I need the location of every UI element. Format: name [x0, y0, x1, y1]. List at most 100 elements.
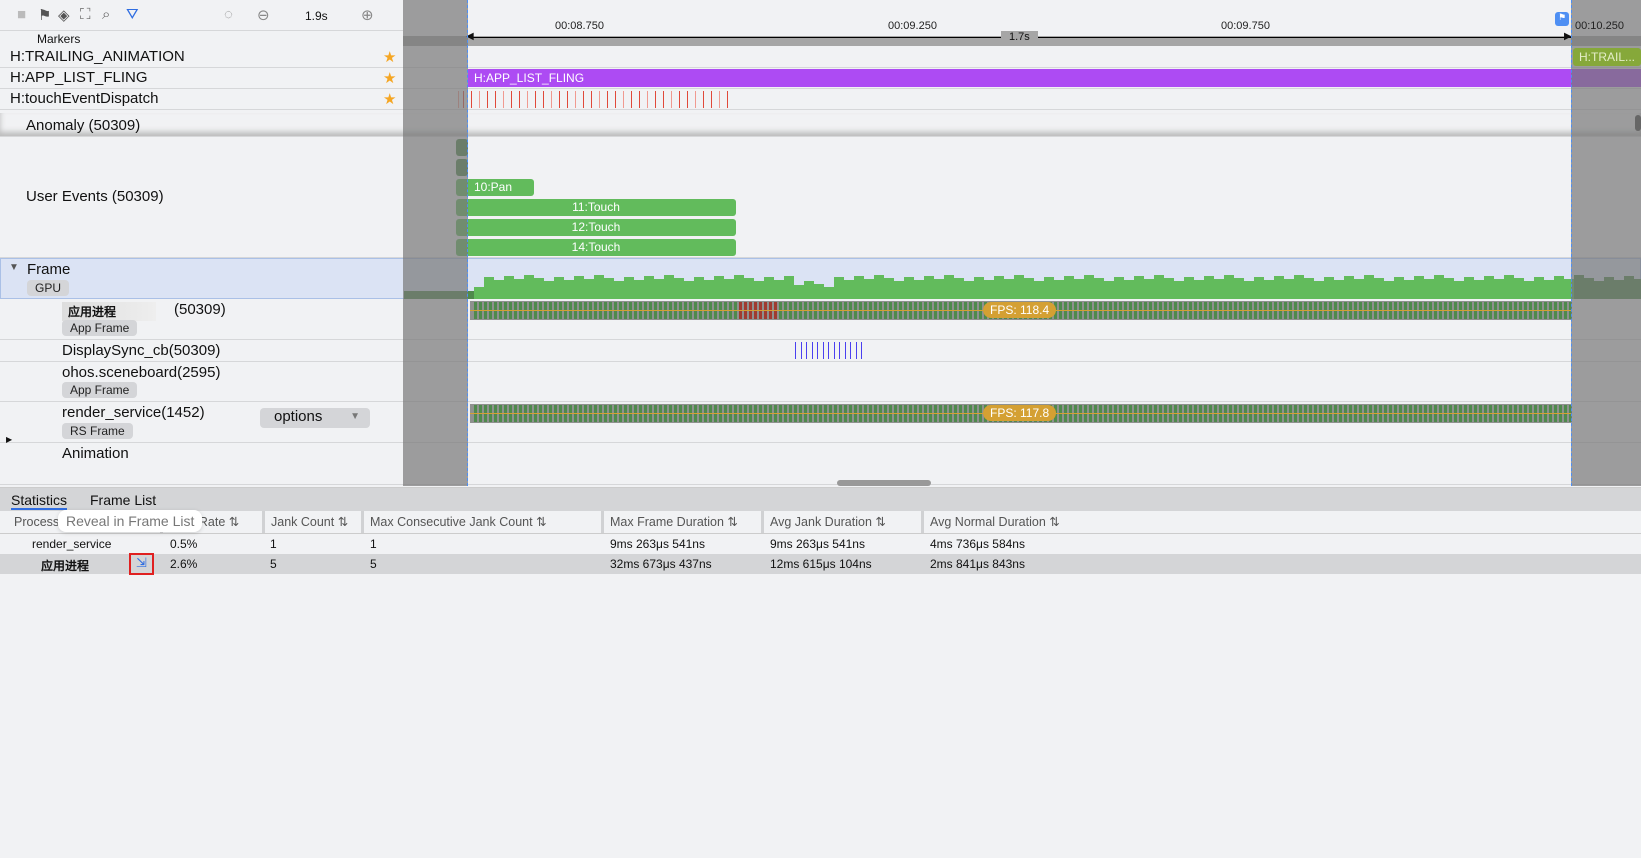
- touch-slice[interactable]: [535, 91, 536, 108]
- col-avg-jank[interactable]: Avg Jank Duration ⇅: [761, 511, 886, 533]
- star-icon[interactable]: ★: [383, 69, 396, 87]
- fling-slice[interactable]: H:APP_LIST_FLING: [468, 69, 1641, 87]
- gpu-bar: [1254, 277, 1264, 299]
- sync-slice[interactable]: [806, 342, 807, 359]
- sync-slice[interactable]: [833, 342, 835, 359]
- touch-slice[interactable]: [511, 91, 512, 108]
- sync-slice[interactable]: [811, 342, 813, 359]
- reveal-in-frame-list-icon[interactable]: ⇲: [129, 553, 154, 575]
- table-row[interactable]: render_service 0.5% 1 1 9ms 263μs 541ns 9ms 2…: [0, 534, 1641, 554]
- track-render-service[interactable]: render_service(1452) RS Frame options ▼ FP…: [0, 402, 1641, 443]
- touch-slice[interactable]: [671, 91, 672, 108]
- sync-slice[interactable]: [861, 342, 862, 359]
- star-icon[interactable]: ★: [383, 48, 396, 66]
- trail-slice[interactable]: H:TRAIL...: [1573, 48, 1641, 66]
- touch-slice[interactable]: [703, 91, 704, 108]
- stop-icon[interactable]: ■: [17, 6, 26, 23]
- sync-slice[interactable]: [795, 342, 796, 359]
- sync-slice[interactable]: [822, 342, 824, 359]
- event-slice[interactable]: 14:Touch: [456, 239, 736, 256]
- track-anomaly[interactable]: Anomaly (50309): [0, 113, 1641, 137]
- touch-slice[interactable]: [663, 91, 664, 108]
- sync-slice[interactable]: [800, 342, 802, 359]
- touch-slice[interactable]: [567, 91, 568, 108]
- touch-slice[interactable]: [575, 91, 576, 108]
- tab-frame-list[interactable]: Frame List: [90, 492, 156, 508]
- touch-slice[interactable]: [711, 91, 712, 108]
- gpu-bar: [1264, 280, 1274, 299]
- zoom-in-icon[interactable]: ⊕: [361, 6, 374, 24]
- sync-slice[interactable]: [850, 342, 851, 359]
- event-slice[interactable]: 12:Touch: [456, 219, 736, 236]
- touch-slice[interactable]: [551, 91, 552, 108]
- touch-slice[interactable]: [687, 91, 688, 108]
- col-avg-normal[interactable]: Avg Normal Duration ⇅: [921, 511, 1060, 533]
- gpu-bar: [1434, 275, 1444, 299]
- track-app-process[interactable]: 应用进程 (50309) App Frame FPS: 118.4: [0, 299, 1641, 340]
- star-icon[interactable]: ★: [383, 90, 396, 108]
- touch-slice[interactable]: [615, 91, 616, 108]
- gpu-bar: [974, 277, 984, 299]
- touch-event-slices[interactable]: [458, 91, 738, 108]
- marker-row[interactable]: H:TRAILING_ANIMATION ★ H:TRAIL...: [0, 47, 1641, 68]
- col-process[interactable]: Process: [8, 511, 59, 533]
- touch-slice[interactable]: [647, 91, 648, 108]
- touch-slice[interactable]: [695, 91, 696, 108]
- zoom-out-icon[interactable]: ⊖: [257, 6, 270, 24]
- tick: 00:09.750: [1221, 20, 1270, 32]
- tab-statistics[interactable]: Statistics: [11, 492, 68, 510]
- col-max-frame[interactable]: Max Frame Duration ⇅: [601, 511, 738, 533]
- touch-slice[interactable]: [519, 91, 520, 108]
- vertical-scrollbar[interactable]: [1635, 115, 1641, 131]
- sync-slice[interactable]: [828, 342, 829, 359]
- touch-slice[interactable]: [495, 91, 496, 108]
- track-animation[interactable]: ▶ Animation: [0, 435, 1641, 485]
- collapse-icon[interactable]: ▼: [9, 262, 19, 273]
- capture-icon[interactable]: ⛶: [80, 6, 91, 23]
- options-dropdown[interactable]: options ▼: [260, 408, 370, 428]
- track-sceneboard[interactable]: ohos.sceneboard(2595) App Frame: [0, 362, 1641, 402]
- fps-badge: FPS: 118.4: [983, 302, 1057, 318]
- touch-slice[interactable]: [559, 91, 560, 108]
- search-icon[interactable]: ⌕: [102, 6, 110, 23]
- event-slice[interactable]: 11:Touch: [456, 199, 736, 216]
- filter-icon[interactable]: ⛛: [126, 6, 139, 23]
- touch-slice[interactable]: [583, 91, 584, 108]
- touch-slice[interactable]: [719, 91, 720, 108]
- touch-slice[interactable]: [623, 91, 624, 108]
- sync-slice[interactable]: [839, 342, 840, 359]
- sync-slice[interactable]: [817, 342, 818, 359]
- touch-slice[interactable]: [639, 91, 640, 108]
- reset-icon[interactable]: ◌: [224, 6, 233, 23]
- gpu-bar: [934, 279, 944, 299]
- touch-slice[interactable]: [527, 91, 528, 108]
- sync-slice[interactable]: [844, 342, 846, 359]
- sync-slice[interactable]: [855, 342, 857, 359]
- touch-slice[interactable]: [655, 91, 656, 108]
- horizontal-scrollbar[interactable]: [837, 480, 931, 486]
- compass-icon[interactable]: ◈: [58, 6, 70, 24]
- track-user-events[interactable]: User Events (50309) 10:Pan 11:Touch 12:T…: [0, 137, 1641, 258]
- touch-slice[interactable]: [599, 91, 600, 108]
- touch-slice[interactable]: [479, 91, 480, 108]
- flag-marker-icon[interactable]: ⚑: [1555, 12, 1569, 26]
- flag-icon[interactable]: ⚑: [38, 6, 51, 24]
- tick: 00:09.250: [888, 20, 937, 32]
- table-row-selected[interactable]: 应用进程 ⇲ 2.6% 5 5 32ms 673μs 437ns 12ms 615μs …: [0, 553, 1641, 575]
- touch-slice[interactable]: [487, 91, 488, 108]
- touch-slice[interactable]: [591, 91, 592, 108]
- touch-slice[interactable]: [631, 91, 632, 108]
- touch-slice[interactable]: [471, 91, 472, 108]
- timeline-ruler[interactable]: 00:08.750 00:09.250 00:09.750 00:10.250 …: [403, 0, 1641, 46]
- col-jank-count[interactable]: Jank Count ⇅: [262, 511, 348, 533]
- touch-slice[interactable]: [727, 91, 728, 108]
- touch-slice[interactable]: [543, 91, 544, 108]
- touch-slice[interactable]: [607, 91, 608, 108]
- track-frame[interactable]: ▼ Frame GPU: [0, 258, 1641, 299]
- marker-row[interactable]: H:touchEventDispatch ★: [0, 89, 1641, 110]
- marker-row[interactable]: H:APP_LIST_FLING ★ H:APP_LIST_FLING: [0, 68, 1641, 89]
- touch-slice[interactable]: [503, 91, 504, 108]
- track-display-sync[interactable]: DisplaySync_cb(50309): [0, 340, 1641, 362]
- col-max-consecutive[interactable]: Max Consecutive Jank Count ⇅: [361, 511, 547, 533]
- touch-slice[interactable]: [679, 91, 680, 108]
